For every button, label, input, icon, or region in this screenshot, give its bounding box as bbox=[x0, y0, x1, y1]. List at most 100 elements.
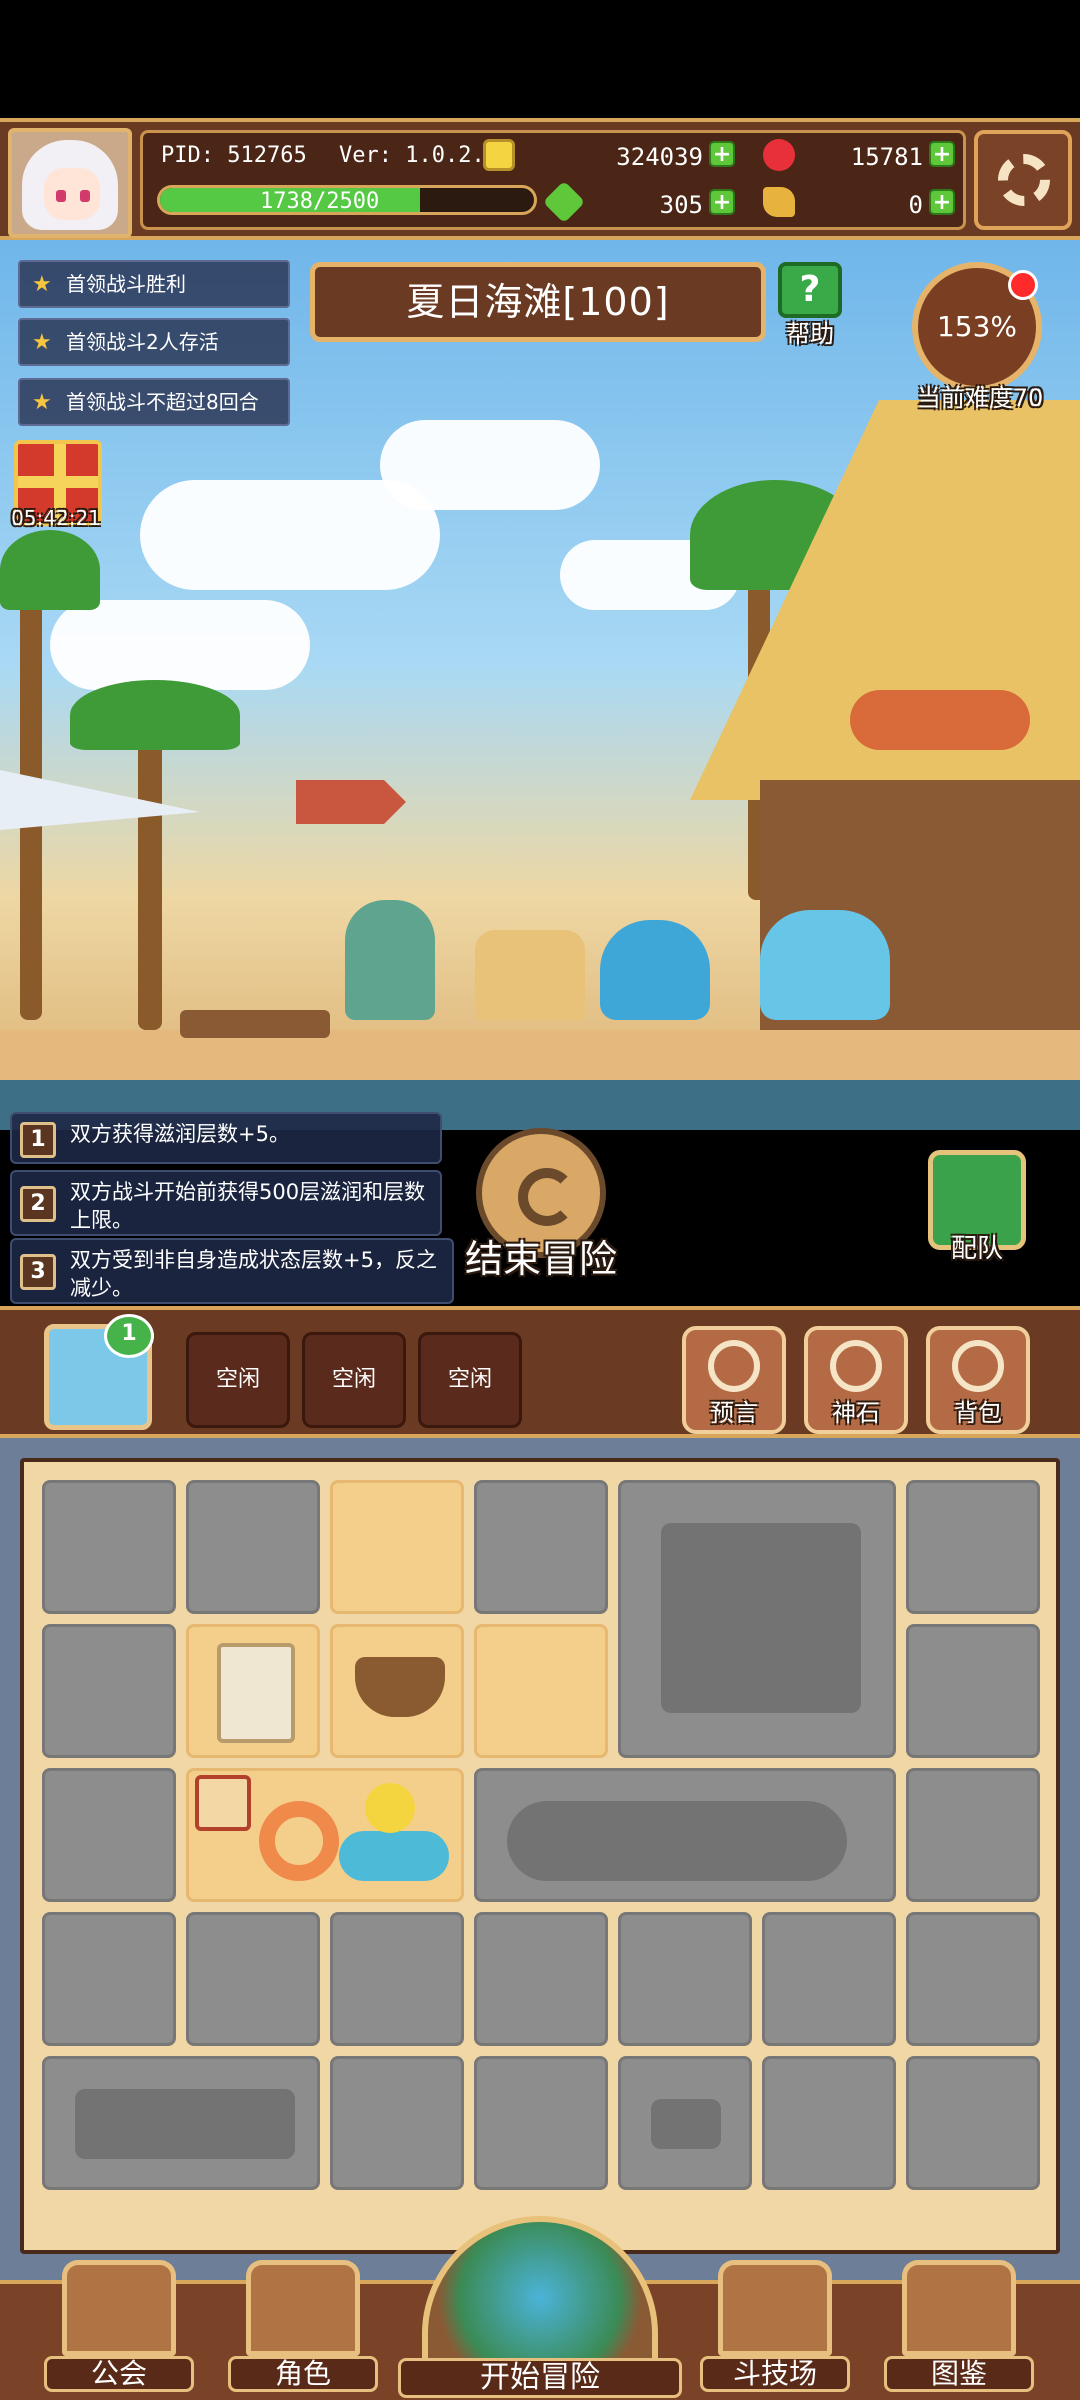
grid-cell[interactable] bbox=[186, 1624, 320, 1758]
resource-panel: PID: 512765 Ver: 1.0.2.6 324039 + 15781 … bbox=[140, 130, 966, 230]
energy-clover-icon bbox=[542, 180, 586, 224]
nav-start-label: 开始冒险 bbox=[398, 2358, 682, 2398]
energy-amount: 305 bbox=[659, 191, 703, 219]
grid-cell[interactable] bbox=[906, 1768, 1040, 1902]
exp-text: 1738/2500 bbox=[260, 189, 380, 214]
cauldron-item-icon bbox=[355, 1657, 445, 1717]
action-bar: 1 空闲 空闲 空闲 预言 神石 背包 bbox=[0, 1306, 1080, 1438]
effect-number: 3 bbox=[20, 1254, 56, 1290]
version-label: Ver: 1.0.2.6 bbox=[339, 143, 498, 168]
grid-cell[interactable] bbox=[906, 2056, 1040, 2190]
effect-text: 双方获得滋润层数+5。 bbox=[70, 1122, 290, 1146]
grid-cell[interactable] bbox=[330, 1912, 464, 2046]
stage-title: 夏日海滩[100] bbox=[310, 262, 766, 342]
pid-label: PID: 512765 bbox=[161, 143, 307, 168]
difficulty-percent: 153% bbox=[936, 310, 1018, 343]
gem-amount: 15781 bbox=[850, 143, 923, 171]
slide-ghost-icon bbox=[661, 1523, 861, 1713]
star-icon: ★ bbox=[32, 330, 52, 355]
key-icon bbox=[763, 187, 795, 217]
grid-cell[interactable] bbox=[186, 1912, 320, 2046]
end-adventure-button[interactable]: 结束冒险 bbox=[456, 1128, 626, 1288]
backpack-label: 背包 bbox=[954, 1399, 1002, 1427]
item-slot[interactable]: 空闲 bbox=[186, 1332, 290, 1428]
bottom-nav: 公会 角色 开始冒险 斗技场 图鉴 bbox=[0, 2216, 1080, 2400]
quest-item: ★ 首领战斗不超过8回合 bbox=[18, 378, 290, 426]
end-adventure-label: 结束冒险 bbox=[464, 1237, 617, 1281]
crossed-swords-icon bbox=[718, 2260, 832, 2356]
nav-arena[interactable]: 斗技场 bbox=[700, 2260, 850, 2400]
grid-cell[interactable] bbox=[186, 1480, 320, 1614]
nav-character[interactable]: 角色 bbox=[228, 2260, 378, 2400]
effect-text: 双方受到非自身造成状态层数+5，反之减少。 bbox=[70, 1248, 437, 1300]
grid-cell[interactable] bbox=[330, 1624, 464, 1758]
return-arrow-icon bbox=[518, 1168, 576, 1226]
gift-timer: 05:42:21 bbox=[11, 506, 101, 530]
backpack-button[interactable]: 背包 bbox=[926, 1326, 1030, 1434]
guild-building-icon bbox=[62, 2260, 176, 2356]
prophecy-icon bbox=[708, 1340, 760, 1392]
player-avatar[interactable] bbox=[8, 128, 132, 238]
grid-cell-large[interactable] bbox=[186, 1768, 464, 1902]
quest-text: 首领战斗2人存活 bbox=[66, 330, 219, 354]
prophecy-button[interactable]: 预言 bbox=[682, 1326, 786, 1434]
signpost bbox=[296, 780, 406, 824]
grid-cell[interactable] bbox=[906, 1912, 1040, 2046]
nav-guild[interactable]: 公会 bbox=[44, 2260, 194, 2400]
nav-codex-label: 图鉴 bbox=[884, 2356, 1034, 2392]
add-energy-button[interactable]: + bbox=[709, 189, 735, 215]
help-button[interactable]: ? 帮助 bbox=[772, 262, 848, 348]
grid-cell[interactable] bbox=[330, 2056, 464, 2190]
grid-cell[interactable] bbox=[906, 1624, 1040, 1758]
grid-cell[interactable] bbox=[762, 1912, 896, 2046]
effect-number: 2 bbox=[20, 1186, 56, 1222]
exp-bar: 1738/2500 bbox=[157, 185, 537, 215]
item-slot[interactable]: 空闲 bbox=[418, 1332, 522, 1428]
pool-float-item-icon bbox=[339, 1831, 449, 1881]
god-stone-icon bbox=[830, 1340, 882, 1392]
settings-button[interactable] bbox=[974, 130, 1072, 230]
grid-cell[interactable] bbox=[42, 1768, 176, 1902]
prophecy-label: 预言 bbox=[710, 1399, 758, 1427]
map-count-badge: 1 bbox=[104, 1314, 154, 1358]
team-label: 配队 bbox=[950, 1234, 1003, 1264]
gear-icon bbox=[998, 154, 1050, 206]
boat-ghost-icon bbox=[507, 1801, 847, 1881]
nav-guild-label: 公会 bbox=[44, 2356, 194, 2392]
swim-ring-item-icon bbox=[259, 1801, 339, 1881]
team-button[interactable]: 配队 bbox=[928, 1150, 1028, 1264]
book-icon bbox=[902, 2260, 1016, 2356]
grid-cell[interactable] bbox=[762, 2056, 896, 2190]
grid-cell[interactable] bbox=[906, 1480, 1040, 1614]
grid-cell-large[interactable] bbox=[42, 2056, 320, 2190]
add-key-button[interactable]: + bbox=[929, 189, 955, 215]
difficulty-badge[interactable]: 153% bbox=[912, 262, 1042, 392]
add-gold-button[interactable]: + bbox=[709, 141, 735, 167]
grid-cell[interactable] bbox=[474, 1624, 608, 1758]
grid-cell[interactable] bbox=[618, 2056, 752, 2190]
nav-codex[interactable]: 图鉴 bbox=[884, 2260, 1034, 2400]
god-stone-label: 神石 bbox=[832, 1399, 880, 1427]
add-gem-button[interactable]: + bbox=[929, 141, 955, 167]
gold-coin-icon bbox=[483, 139, 515, 171]
grid-cell[interactable] bbox=[474, 1480, 608, 1614]
effect-item: 3 双方受到非自身造成状态层数+5，反之减少。 bbox=[10, 1238, 454, 1304]
sand-castle bbox=[475, 930, 585, 1020]
question-icon: ? bbox=[778, 262, 842, 318]
nav-start-adventure[interactable]: 开始冒险 bbox=[398, 2216, 682, 2400]
grid-cell[interactable] bbox=[42, 1624, 176, 1758]
jellyfish-enemy bbox=[600, 920, 710, 1020]
cannon-ghost-icon bbox=[75, 2089, 295, 2159]
grid-cell[interactable] bbox=[474, 2056, 608, 2190]
grid-cell-large[interactable] bbox=[618, 1480, 896, 1758]
grid-cell[interactable] bbox=[618, 1912, 752, 2046]
grid-cell[interactable] bbox=[474, 1912, 608, 2046]
quest-text: 首领战斗不超过8回合 bbox=[66, 390, 259, 414]
grid-cell[interactable] bbox=[330, 1480, 464, 1614]
god-stone-button[interactable]: 神石 bbox=[804, 1326, 908, 1434]
grid-cell-large[interactable] bbox=[474, 1768, 896, 1902]
effect-text: 双方战斗开始前获得500层滋润和层数上限。 bbox=[70, 1180, 426, 1232]
grid-cell[interactable] bbox=[42, 1480, 176, 1614]
item-slot[interactable]: 空闲 bbox=[302, 1332, 406, 1428]
grid-cell[interactable] bbox=[42, 1912, 176, 2046]
